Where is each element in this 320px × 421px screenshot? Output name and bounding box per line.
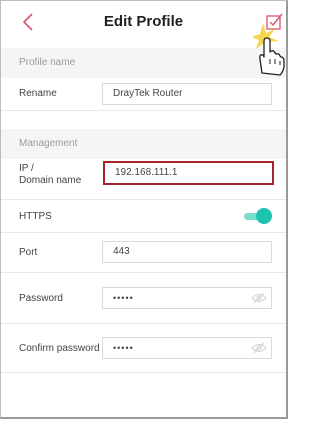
app-screen: Edit Profile Profile name Rename DrayTek… [0, 0, 288, 419]
toggle-knob [256, 208, 272, 224]
ip-domain-input[interactable]: 192.168.111.1 [103, 161, 274, 185]
rename-input[interactable]: DrayTek Router [102, 83, 272, 105]
rename-row: Rename DrayTek Router [1, 78, 286, 111]
port-input[interactable]: 443 [102, 241, 272, 263]
section-header-management: Management [1, 129, 286, 159]
section-header-profile: Profile name [1, 48, 286, 78]
confirm-password-value: ••••• [113, 343, 134, 353]
confirm-password-row: Confirm password ••••• [1, 324, 286, 373]
port-label: Port [19, 247, 38, 258]
header-bar: Edit Profile [1, 1, 286, 43]
ip-label-line1: IP / [19, 163, 34, 174]
https-toggle[interactable] [244, 208, 272, 224]
port-row: Port 443 [1, 233, 286, 273]
https-row: HTTPS [1, 200, 286, 233]
password-input[interactable]: ••••• [102, 287, 272, 309]
ip-label-line2: Domain name [19, 175, 82, 186]
confirm-password-input[interactable]: ••••• [102, 337, 272, 359]
password-value: ••••• [113, 293, 134, 303]
eye-off-icon[interactable] [251, 342, 267, 354]
page-title: Edit Profile [103, 13, 184, 30]
password-label: Password [19, 293, 63, 304]
ip-row: IP / Domain name 192.168.111.1 [1, 159, 286, 200]
eye-off-icon[interactable] [251, 292, 267, 304]
rename-label: Rename [19, 88, 57, 99]
password-row: Password ••••• [1, 273, 286, 324]
confirm-password-label: Confirm password [19, 343, 100, 354]
https-label: HTTPS [19, 211, 52, 222]
checkbox-check-icon[interactable] [264, 11, 284, 35]
